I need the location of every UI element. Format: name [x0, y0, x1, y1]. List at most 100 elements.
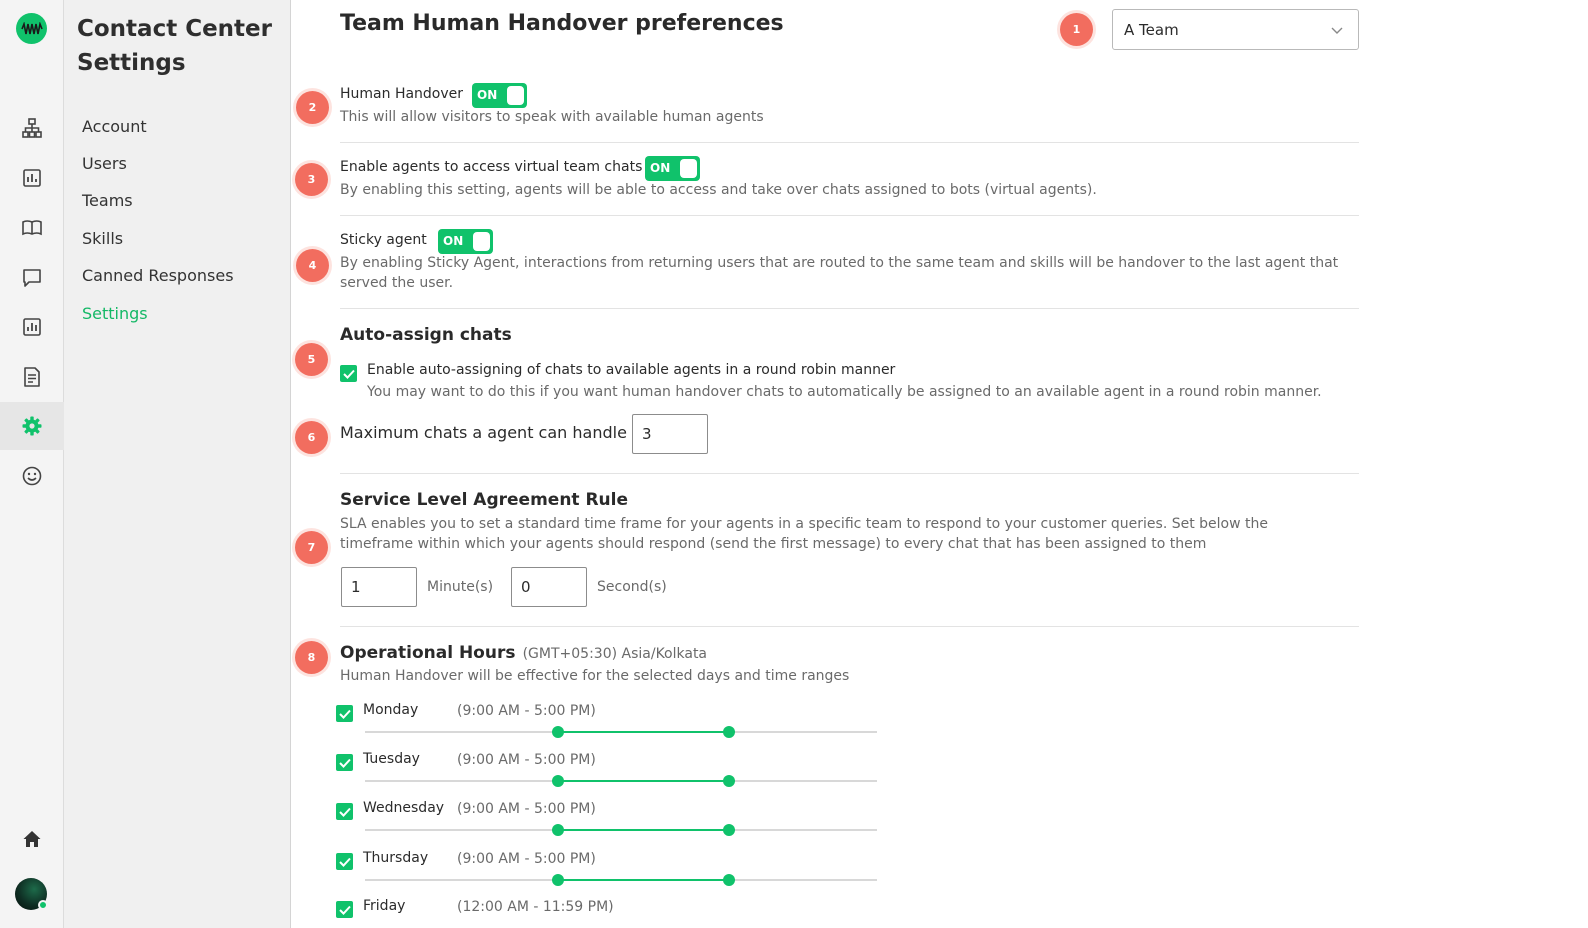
checkmark-icon: [342, 369, 355, 379]
day-checkbox-thursday[interactable]: [336, 853, 353, 870]
team-select[interactable]: A Team: [1112, 9, 1359, 50]
operational-hours-heading: Operational Hours: [340, 643, 516, 663]
day-checkbox-tuesday[interactable]: [336, 754, 353, 771]
max-chats-input[interactable]: 3: [632, 414, 708, 454]
day-label: Friday: [363, 898, 406, 914]
gear-icon[interactable]: [0, 402, 64, 450]
slider-range-fill: [558, 879, 729, 881]
bar-chart-icon[interactable]: [0, 154, 64, 202]
day-label: Tuesday: [363, 751, 420, 767]
day-time-range: (12:00 AM - 11:59 PM): [457, 899, 614, 915]
day-hours-slider[interactable]: [365, 824, 877, 836]
toggle-on-text: ON: [443, 234, 464, 248]
human-handover-desc: This will allow visitors to speak with a…: [340, 109, 764, 125]
org-chart-icon[interactable]: [0, 104, 64, 152]
sticky-agent-desc: By enabling Sticky Agent, interactions f…: [340, 255, 1339, 291]
smiley-icon[interactable]: [0, 452, 64, 500]
day-label: Thursday: [363, 850, 429, 866]
auto-assign-checkbox-desc: You may want to do this if you want huma…: [367, 384, 1322, 400]
auto-assign-checkbox[interactable]: [340, 365, 357, 382]
divider: [340, 473, 1359, 474]
slider-end-handle[interactable]: [723, 824, 735, 836]
slider-start-handle[interactable]: [552, 874, 564, 886]
auto-assign-checkbox-label: Enable auto-assigning of chats to availa…: [367, 362, 896, 378]
chat-bubble-icon[interactable]: [0, 254, 64, 302]
slider-start-handle[interactable]: [552, 726, 564, 738]
avatar[interactable]: [15, 878, 48, 910]
virtual-team-desc: By enabling this setting, agents will be…: [340, 182, 1097, 198]
human-handover-toggle[interactable]: ON: [472, 83, 527, 108]
divider: [340, 626, 1359, 627]
slider-start-handle[interactable]: [552, 824, 564, 836]
operational-hours-header: Operational Hours (GMT+05:30) Asia/Kolka…: [340, 643, 707, 664]
book-icon[interactable]: [0, 204, 64, 252]
checkmark-icon: [338, 709, 351, 719]
document-icon[interactable]: [0, 353, 64, 401]
app-logo-icon[interactable]: [16, 13, 47, 44]
page-title: Team Human Handover preferences: [340, 11, 784, 36]
operational-hours-desc: Human Handover will be effective for the…: [340, 668, 850, 684]
sla-seconds-label: Second(s): [597, 579, 667, 595]
slider-range-fill: [558, 731, 729, 733]
sticky-agent-toggle[interactable]: ON: [438, 229, 493, 254]
team-select-value: A Team: [1124, 20, 1179, 39]
sidebar-item-canned-responses[interactable]: Canned Responses: [82, 265, 234, 287]
sla-seconds-input[interactable]: 0: [511, 567, 587, 607]
sidebar-item-skills[interactable]: Skills: [82, 228, 123, 250]
toggle-on-text: ON: [477, 88, 498, 102]
step-badge-3: 3: [295, 163, 328, 196]
day-hours-slider[interactable]: [365, 874, 877, 886]
divider: [340, 142, 1359, 143]
day-time-range: (9:00 AM - 5:00 PM): [457, 703, 596, 719]
slider-end-handle[interactable]: [723, 775, 735, 787]
main-content: Team Human Handover preferences 1 A Team…: [291, 0, 1588, 928]
toggle-on-text: ON: [650, 161, 671, 175]
checkmark-icon: [338, 857, 351, 867]
day-hours-slider[interactable]: [365, 775, 877, 787]
virtual-team-label: Enable agents to access virtual team cha…: [340, 159, 643, 175]
day-hours-slider[interactable]: [365, 726, 877, 738]
online-status-dot: [38, 900, 48, 910]
sla-minutes-label: Minute(s): [427, 579, 494, 595]
slider-range-fill: [558, 829, 729, 831]
step-badge-5: 5: [295, 343, 328, 376]
report-icon[interactable]: [0, 303, 64, 351]
checkmark-icon: [338, 758, 351, 768]
settings-sidebar: Contact Center Settings Account Users Te…: [64, 0, 291, 928]
sla-minutes-input[interactable]: 1: [341, 567, 417, 607]
day-time-range: (9:00 AM - 5:00 PM): [457, 752, 596, 768]
day-checkbox-monday[interactable]: [336, 705, 353, 722]
sla-desc: SLA enables you to set a standard time f…: [340, 516, 1268, 552]
checkmark-icon: [338, 807, 351, 817]
virtual-team-toggle[interactable]: ON: [645, 156, 700, 181]
step-badge-1: 1: [1060, 13, 1093, 46]
icon-rail: [0, 0, 64, 928]
sidebar-item-teams[interactable]: Teams: [82, 190, 133, 212]
checkmark-icon: [338, 905, 351, 915]
sidebar-item-settings[interactable]: Settings: [82, 303, 148, 325]
slider-end-handle[interactable]: [723, 726, 735, 738]
slider-range-fill: [558, 780, 729, 782]
slider-start-handle[interactable]: [552, 775, 564, 787]
chevron-down-icon: [1331, 27, 1343, 34]
auto-assign-heading: Auto-assign chats: [340, 325, 512, 345]
sidebar-item-account[interactable]: Account: [82, 116, 147, 138]
step-badge-6: 6: [295, 421, 328, 454]
day-checkbox-friday[interactable]: [336, 901, 353, 918]
human-handover-label: Human Handover: [340, 86, 464, 102]
divider: [340, 308, 1359, 309]
slider-end-handle[interactable]: [723, 874, 735, 886]
sidebar-title: Contact Center Settings: [77, 16, 272, 76]
day-label: Monday: [363, 702, 419, 718]
step-badge-4: 4: [296, 249, 329, 282]
day-label: Wednesday: [363, 800, 445, 816]
step-badge-8: 8: [295, 641, 328, 674]
sidebar-item-users[interactable]: Users: [82, 153, 127, 175]
day-time-range: (9:00 AM - 5:00 PM): [457, 801, 596, 817]
max-chats-label: Maximum chats a agent can handle: [340, 423, 627, 442]
timezone-label: (GMT+05:30) Asia/Kolkata: [522, 646, 708, 662]
home-icon[interactable]: [0, 815, 64, 863]
day-checkbox-wednesday[interactable]: [336, 803, 353, 820]
sticky-agent-label: Sticky agent: [340, 232, 427, 248]
divider: [340, 215, 1359, 216]
